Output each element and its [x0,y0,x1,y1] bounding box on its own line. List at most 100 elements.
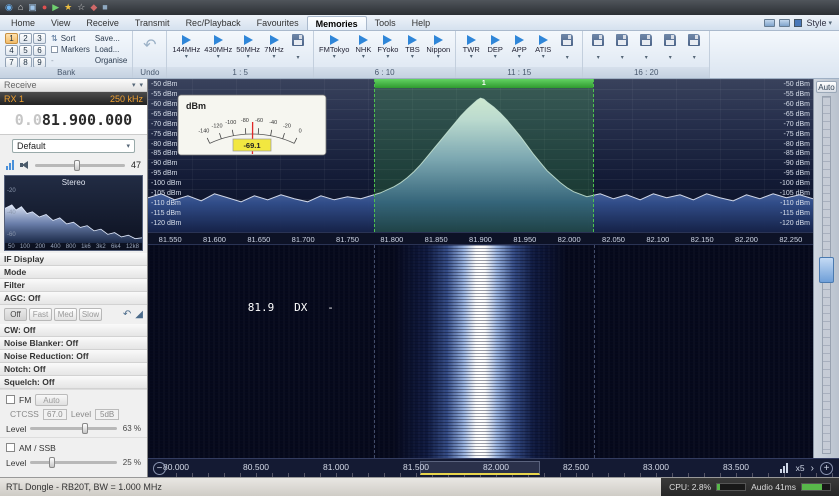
am-level-slider[interactable] [30,461,116,464]
tab-rec-playback[interactable]: Rec/Playback [178,16,249,30]
chevron-down-icon[interactable]: ▾ [566,55,569,61]
bank-button-1[interactable]: 1 [5,33,18,44]
chevron-down-icon[interactable]: ▾ [411,54,414,60]
undo-filter-icon[interactable]: ↶ [123,309,131,321]
memory-recall-button[interactable]: 144MHz▾ [170,33,202,61]
sort-button[interactable]: ⇅ Sort [51,34,90,43]
zoom-in-button[interactable]: + [820,462,833,475]
scale-scrollbar-thumb[interactable] [819,257,834,283]
memory-store-button[interactable]: ▾ [658,33,682,61]
home-icon[interactable]: ⌂ [18,3,23,12]
chevron-down-icon[interactable]: ▾ [437,54,440,60]
section-cw-off[interactable]: CW: Off [0,324,147,337]
memory-recall-button[interactable]: DEP▾ [483,33,507,61]
memory-store-button[interactable]: ▾ [634,33,658,61]
frequency-ruler[interactable]: 81.55081.60081.65081.70081.75081.80081.8… [148,232,813,245]
memory-recall-button[interactable]: NHK▾ [351,33,375,60]
tab-favourites[interactable]: Favourites [249,16,307,30]
agc-off-button[interactable]: Off [4,308,27,321]
chevron-down-icon[interactable]: ▾ [597,55,600,61]
chevron-down-icon[interactable]: ▾ [693,55,696,61]
volume-slider-thumb[interactable] [74,160,80,171]
memory-store-button[interactable]: ▾ [586,33,610,61]
organise-button[interactable]: Organise [95,56,127,65]
panel-collapse-icon[interactable]: ▾ [139,81,143,89]
save-bank-button[interactable]: Save... [95,34,127,43]
chevron-down-icon[interactable]: ▾ [542,54,545,60]
section-squelch-off[interactable]: Squelch: Off [0,376,147,389]
memory-recall-button[interactable]: APP▾ [507,33,531,61]
undo-button[interactable]: ↶ [135,35,164,57]
scale-scrollbar[interactable] [822,96,831,454]
speaker-icon[interactable] [20,160,31,170]
chevron-down-icon[interactable]: ▾ [362,54,365,60]
chevron-down-icon[interactable]: ▾ [494,54,497,60]
marker-icon[interactable]: ◆ [90,3,97,12]
memory-store-button[interactable]: ▾ [555,33,579,61]
tab-memories[interactable]: Memories [307,16,367,30]
panel-menu-icon[interactable]: ▾ [132,81,136,89]
section-noise-reduction-off[interactable]: Noise Reduction: Off [0,350,147,363]
fm-checkbox[interactable] [6,395,15,404]
chevron-down-icon[interactable]: ▾ [518,54,521,60]
section-agc-off[interactable]: AGC: Off [0,292,147,305]
favourite-icon[interactable]: ★ [64,3,72,12]
memory-recall-button[interactable]: TBS▾ [400,33,424,60]
markers-checkbox[interactable]: Markers [51,45,90,54]
display-layout-icon-2[interactable] [779,19,790,27]
chevron-down-icon[interactable]: ▾ [185,54,188,60]
memory-recall-button[interactable]: FMTokyo▾ [317,33,351,60]
tab-transmit[interactable]: Transmit [127,16,178,30]
memory-store-button[interactable]: ▾ [286,33,310,61]
am-ssb-checkbox[interactable] [6,443,15,452]
app-logo-icon[interactable]: ◉ [5,3,13,12]
chevron-right-icon[interactable]: › [811,463,814,474]
fm-level-slider-thumb[interactable] [82,423,88,434]
play-icon[interactable]: ▶ [52,3,59,12]
chevron-down-icon[interactable]: ▾ [621,55,624,61]
memory-recall-button[interactable]: 430MHz▾ [202,33,234,61]
tab-view[interactable]: View [43,16,78,30]
tools-icon[interactable]: ■ [102,3,107,12]
spectrum-icon[interactable] [780,463,790,473]
display-layout-icon[interactable] [764,19,775,27]
ctcss-level-field[interactable]: 5dB [95,409,119,420]
rx-selection-header[interactable]: 1 [375,79,592,88]
chevron-down-icon[interactable]: ▾ [669,55,672,61]
tab-home[interactable]: Home [3,16,43,30]
chevron-down-icon[interactable]: ▾ [296,55,299,61]
auto-scale-button[interactable]: Auto [816,81,837,93]
bank-button-2[interactable]: 2 [19,33,32,44]
mode-select[interactable]: Default ▾ [12,139,135,153]
tab-help[interactable]: Help [404,16,439,30]
volume-slider[interactable] [35,164,125,167]
load-bank-button[interactable]: Load... [95,45,127,54]
chevron-down-icon[interactable]: ▾ [247,54,250,60]
filter-graph-icon[interactable]: ◢ [135,309,143,321]
bank-button-5[interactable]: 5 [19,45,32,56]
display-icon[interactable]: ▣ [28,3,37,12]
tab-tools[interactable]: Tools [367,16,404,30]
bank-button-4[interactable]: 4 [5,45,18,56]
memory-recall-button[interactable]: Nippon▾ [424,33,452,60]
waterfall-display[interactable]: 81.9 DX - [148,245,813,458]
style-menu[interactable]: Style ▾ [806,18,832,28]
chevron-down-icon[interactable]: ▾ [470,54,473,60]
tab-receive[interactable]: Receive [78,16,127,30]
section-mode[interactable]: Mode [0,266,147,279]
zoom-factor-label[interactable]: x5 [796,463,805,473]
bank-button-3[interactable]: 3 [33,33,46,44]
chevron-down-icon[interactable]: ▾ [272,54,275,60]
am-level-slider-thumb[interactable] [49,457,55,468]
memory-recall-button[interactable]: TWR▾ [459,33,483,61]
fm-level-slider[interactable] [30,427,116,430]
memory-store-button[interactable]: ▾ [682,33,706,61]
agc-fast-button[interactable]: Fast [29,308,52,321]
bank-button-6[interactable]: 6 [33,45,46,56]
ctcss-field[interactable]: 67.0 [43,409,67,420]
memory-recall-button[interactable]: 50MHz▾ [234,33,262,61]
fm-auto-button[interactable]: Auto [35,394,67,406]
rx-selection-region[interactable]: 1 [374,79,593,232]
section-notch-off[interactable]: Notch: Off [0,363,147,376]
memory-recall-button[interactable]: ATIS▾ [531,33,555,61]
